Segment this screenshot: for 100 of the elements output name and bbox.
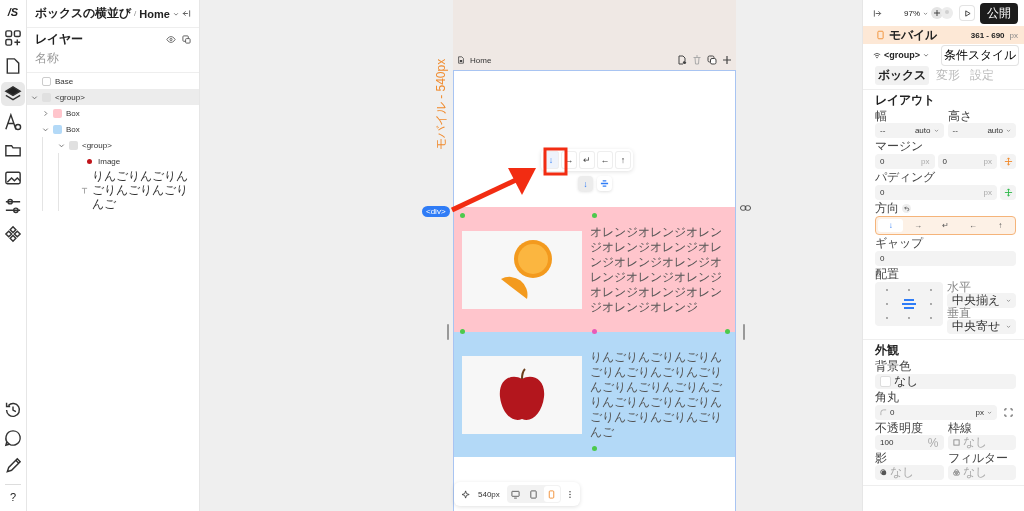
layer-row[interactable]: <group> [54, 137, 199, 153]
opacity-field[interactable]: 100 % [875, 435, 944, 450]
content-box[interactable]: りんごりんごりんごりんごりんごりんごりんごりんごりんごりんごりんごりんごりんごりんごりんごりんごりんごりんごりんご [454, 332, 735, 457]
layer-row[interactable]: Box [38, 105, 199, 121]
box-text[interactable]: りんごりんごりんごりんごりんごりんごりんごりんごりんごりんごりんごりんごりんごりんごりんごりんごりんごりんごりんご [590, 349, 723, 440]
expand-panel-icon[interactable] [873, 8, 882, 18]
alignment-grid[interactable] [875, 282, 943, 326]
conditional-style-button[interactable]: 条件スタイル [941, 44, 1019, 66]
citrus-photo-placeholder[interactable] [462, 230, 582, 309]
frame-swatch-icon [42, 76, 51, 86]
element-badge[interactable]: <div> [422, 206, 450, 217]
border-icon [952, 439, 960, 446]
padding-field[interactable]: 0 px [875, 185, 997, 200]
more-icon[interactable] [567, 489, 572, 499]
copy-icon[interactable] [182, 34, 191, 44]
eye-icon[interactable] [166, 34, 176, 44]
resize-handle[interactable] [743, 324, 745, 340]
vertical-align-dropdown[interactable]: 中央寄せ [947, 319, 1016, 334]
caret-icon[interactable] [1006, 324, 1011, 329]
preview-button[interactable] [959, 5, 975, 21]
corner-radius-field[interactable]: 0 px [875, 405, 997, 420]
caret-icon[interactable] [987, 410, 992, 415]
layer-row[interactable]: Image [70, 153, 199, 169]
handle-dot[interactable] [592, 329, 597, 334]
highlight-frame [543, 147, 568, 176]
layers-icon[interactable] [1, 82, 25, 106]
handle-dot[interactable] [592, 213, 597, 218]
direction-option[interactable]: ↓ [878, 219, 904, 232]
caret-icon[interactable] [933, 128, 939, 133]
background-color-field[interactable]: なし [875, 374, 1016, 389]
project-name[interactable]: ボックスの横並び [35, 5, 131, 22]
box-text[interactable]: オレンジオレンジオレンジオレンジオレンジオレンジオレンジオレンジオレンジオレンジオレンジオレンジオレンジオレンジオレンジオレンジ [590, 224, 723, 315]
corners-icon[interactable] [1003, 408, 1013, 417]
layer-name: Base [55, 76, 74, 86]
spacing-icon[interactable] [1000, 154, 1016, 169]
trash-icon[interactable] [692, 55, 702, 65]
link-icon[interactable] [740, 204, 751, 212]
direction-button[interactable]: ↑ [615, 151, 631, 169]
field-label: ギャップ [875, 236, 925, 250]
layer-name: Image [98, 156, 121, 166]
page-name[interactable]: Home [139, 7, 170, 20]
gap-field[interactable]: 0 [875, 251, 1016, 266]
apple-photo-placeholder[interactable] [462, 355, 582, 434]
caret-icon[interactable] [1006, 128, 1011, 133]
field-label: パディング [875, 170, 936, 184]
direction-button[interactable]: ← [597, 151, 613, 169]
direction-button[interactable]: ↵ [579, 151, 595, 169]
zoom-level[interactable]: 97% [904, 8, 920, 18]
margin-horizontal-field[interactable]: 0 px [937, 154, 997, 169]
align-center-button[interactable] [597, 176, 612, 191]
chevron-down-icon[interactable] [42, 125, 49, 133]
chevron-down-icon[interactable] [31, 93, 38, 101]
field-label: フィルター [947, 451, 1009, 465]
help-button[interactable]: ? [9, 491, 17, 503]
layer-row[interactable]: りんごりんごりんごりんごりんごりんご [70, 169, 199, 211]
spacing-icon[interactable] [1000, 185, 1016, 200]
resize-handle[interactable] [447, 324, 449, 340]
app-logo[interactable]: /S [7, 6, 19, 18]
caret-icon[interactable] [1006, 298, 1011, 303]
collapse-panel-icon[interactable] [182, 9, 191, 18]
chevron-right-icon[interactable] [42, 109, 49, 117]
layer-row[interactable]: <group> [27, 89, 199, 105]
field-label: 配置 [875, 267, 900, 281]
breakpoint-name: モバイル [889, 26, 937, 44]
margin-vertical-field[interactable]: 0 px [875, 154, 935, 169]
content-box[interactable]: オレンジオレンジオレンジオレンジオレンジオレンジオレンジオレンジオレンジオレンジオレンジオレンジオレンジオレンジオレンジオレンジ [454, 207, 735, 332]
chevron-down-icon[interactable] [58, 141, 65, 149]
direction-option[interactable]: ↵ [932, 219, 959, 232]
layer-name: りんごりんごりんごりんごりんごりんご [92, 169, 190, 211]
direction-option[interactable]: ← [960, 219, 986, 232]
undo-icon[interactable] [902, 203, 911, 213]
caret-icon[interactable] [172, 10, 179, 17]
direction-option[interactable]: ↑ [987, 219, 1014, 232]
horizontal-align-dropdown[interactable]: 中央揃え [947, 293, 1016, 308]
direction-option[interactable]: → [905, 219, 931, 232]
handle-dot[interactable] [460, 329, 465, 334]
phone-icon[interactable] [543, 486, 560, 502]
add-user-icon[interactable] [931, 7, 943, 19]
field-label: 角丸 [875, 390, 900, 404]
height-field[interactable]: -- auto [947, 123, 1016, 138]
caret-icon[interactable] [923, 10, 928, 16]
layer-row[interactable]: Base [27, 73, 199, 89]
duplicate-icon[interactable] [707, 55, 717, 65]
sparkle-icon[interactable] [462, 489, 471, 499]
inspector-tab[interactable]: ボックス [875, 66, 929, 85]
breakpoint-range: 361 - 690 [970, 30, 1005, 40]
layer-row[interactable]: Box [38, 121, 199, 137]
field-label: マージン [875, 139, 924, 153]
handle-dot[interactable] [592, 446, 597, 451]
publish-button[interactable]: 公開 [980, 2, 1018, 24]
handle-dot[interactable] [725, 329, 730, 334]
element-name[interactable]: <group> [884, 50, 920, 60]
add-icon[interactable] [722, 55, 732, 65]
group-swatch-icon [69, 140, 78, 150]
flow-button[interactable]: ↓ [578, 176, 593, 191]
caret-icon[interactable] [923, 52, 929, 58]
handle-dot[interactable] [460, 213, 465, 218]
section-title: レイアウト [875, 93, 936, 107]
width-field[interactable]: -- auto [875, 123, 944, 138]
page-settings-icon[interactable] [677, 55, 687, 65]
